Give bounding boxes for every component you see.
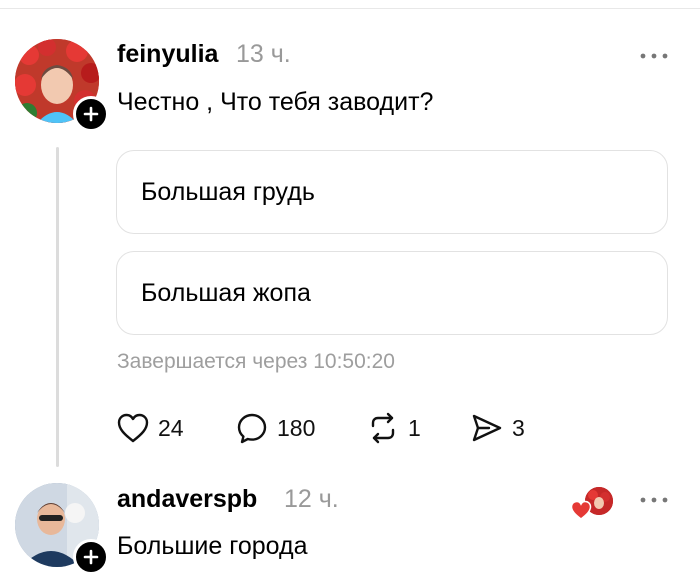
speech-bubble-icon (237, 413, 267, 444)
repost-arrows-icon (371, 412, 395, 444)
post-text: Честно , Что тебя заводит? (117, 88, 434, 116)
post-username[interactable]: feinyulia (117, 40, 218, 69)
ellipsis-icon (640, 497, 668, 503)
like-button[interactable]: 24 (116, 410, 184, 446)
poll-option[interactable]: Большая грудь (116, 150, 668, 234)
divider (0, 8, 700, 9)
paper-plane-icon (472, 414, 502, 442)
more-button[interactable] (636, 46, 672, 66)
repost-button[interactable]: 1 (366, 410, 421, 446)
follow-button[interactable] (73, 539, 109, 575)
liked-heart-icon (570, 500, 592, 520)
follow-button[interactable] (73, 96, 109, 132)
post-time: 12 ч. (284, 485, 339, 513)
plus-icon (83, 549, 99, 565)
post-username[interactable]: andaverspb (117, 485, 257, 514)
ellipsis-icon (640, 53, 668, 59)
share-count: 3 (512, 414, 525, 441)
heart-outline-icon (117, 413, 149, 443)
thread-line (56, 147, 59, 467)
comment-button[interactable]: 180 (235, 410, 315, 446)
repost-count: 1 (408, 414, 421, 441)
share-button[interactable]: 3 (470, 410, 525, 446)
poll-option[interactable]: Большая жопа (116, 251, 668, 335)
comment-count: 180 (277, 414, 316, 441)
like-count: 24 (158, 414, 184, 441)
feed: feinyulia 13 ч. Честно , Что тебя заводи… (0, 0, 700, 588)
post-time: 13 ч. (236, 40, 291, 68)
more-button[interactable] (636, 490, 672, 510)
post-text: Большие города (117, 532, 308, 560)
poll-status: Завершается через 10:50:20 (117, 350, 395, 373)
plus-icon (83, 106, 99, 122)
